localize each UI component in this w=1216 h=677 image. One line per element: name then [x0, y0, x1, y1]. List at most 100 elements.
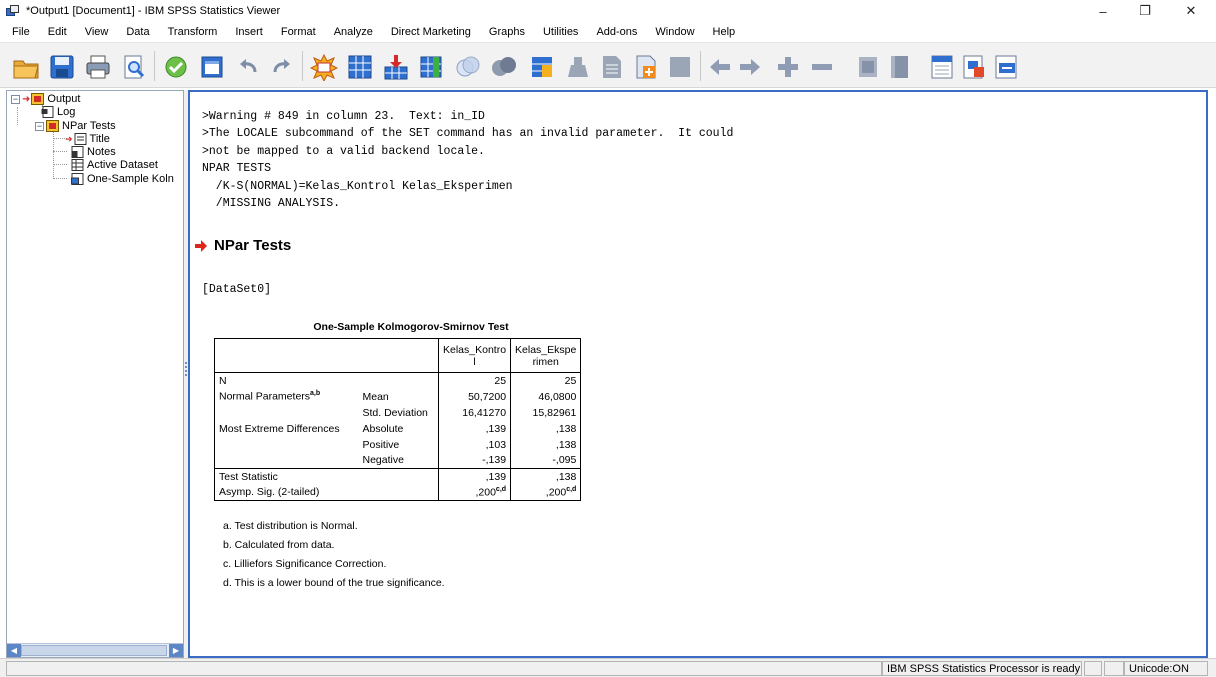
ks-test-table[interactable]: Kelas_Kontro l Kelas_Ekspe rimen N 25 25 No…	[214, 338, 582, 501]
use-sets-icon[interactable]	[664, 51, 696, 83]
table-cell: 46,0800	[510, 388, 582, 405]
outline-item-npar-tests[interactable]: − NPar Tests	[35, 119, 116, 133]
open-icon[interactable]	[10, 51, 42, 83]
menu-window[interactable]: Window	[645, 22, 702, 42]
recall-dialog-icon[interactable]	[196, 51, 228, 83]
table-cell: ,138	[510, 436, 582, 453]
close-button[interactable]: ✕	[1168, 0, 1214, 22]
outline-label-notes: Notes	[87, 146, 116, 158]
table-cell: 25	[437, 372, 512, 389]
goto-variable-icon[interactable]	[344, 51, 376, 83]
encoding-status: Unicode:ON	[1124, 661, 1208, 676]
table-row: Test Statistic ,139,138	[214, 468, 582, 485]
table-title[interactable]: One-Sample Kolmogorov-Smirnov Test	[214, 321, 608, 333]
insert-text-icon[interactable]	[990, 51, 1022, 83]
footnote-b: b. Calculated from data.	[223, 539, 335, 551]
insert-heading-icon[interactable]	[926, 51, 958, 83]
scroll-left-icon[interactable]: ◀	[7, 644, 21, 657]
menu-add-ons[interactable]: Add-ons	[586, 22, 645, 42]
redo-icon[interactable]	[266, 51, 298, 83]
insert-variable-icon[interactable]	[416, 51, 448, 83]
status-panel-small	[1084, 661, 1102, 676]
status-panel-small	[1104, 661, 1124, 676]
outline-item-notes[interactable]: Notes	[71, 145, 116, 159]
scrollbar-thumb[interactable]	[21, 645, 167, 656]
toolbar	[0, 42, 1216, 88]
circle-light-icon[interactable]	[452, 51, 484, 83]
outline-item-log[interactable]: Log	[41, 105, 75, 119]
row-sublabel: Positive	[358, 436, 439, 453]
menu-view[interactable]: View	[75, 22, 117, 42]
print-icon[interactable]	[82, 51, 114, 83]
current-item-arrow-icon: ➜	[65, 133, 73, 144]
menu-analyze[interactable]: Analyze	[324, 22, 381, 42]
print-preview-icon[interactable]	[118, 51, 150, 83]
menu-file[interactable]: File	[2, 22, 38, 42]
row-sublabel	[358, 468, 439, 485]
footnote-c: c. Lilliefors Significance Correction.	[223, 558, 387, 570]
splitter-grip-icon[interactable]	[185, 362, 187, 376]
weight-cases-icon[interactable]	[562, 51, 594, 83]
undo-icon[interactable]	[232, 51, 264, 83]
row-label: Asymp. Sig. (2-tailed)	[214, 484, 359, 501]
row-sublabel	[358, 372, 439, 389]
section-title[interactable]: NPar Tests	[214, 237, 291, 254]
insert-title-icon[interactable]	[958, 51, 990, 83]
table-cell: ,103	[437, 436, 512, 453]
outline-item-output[interactable]: − ➜ Output	[11, 92, 80, 106]
value-labels-icon[interactable]	[630, 51, 662, 83]
export-icon[interactable]	[160, 51, 192, 83]
goto-data-icon[interactable]	[308, 51, 340, 83]
table-row: N 25 25	[214, 372, 582, 389]
expand-icon[interactable]	[772, 51, 804, 83]
circle-dark-icon[interactable]	[488, 51, 520, 83]
outline-item-title[interactable]: ➜ Title	[65, 132, 110, 146]
menu-help[interactable]: Help	[703, 22, 744, 42]
column-header-kelas-kontrol: Kelas_Kontro l	[437, 338, 512, 373]
hide-icon[interactable]	[884, 51, 916, 83]
demote-icon[interactable]	[734, 51, 766, 83]
menu-graphs[interactable]: Graphs	[479, 22, 533, 42]
outline-horizontal-scrollbar[interactable]: ◀ ▶	[7, 643, 183, 657]
outline-pane: − ➜ Output Log − NPar Tests ➜ Title Note…	[6, 90, 184, 658]
insert-case-icon[interactable]	[380, 51, 412, 83]
table-cell: ,200c,d	[510, 484, 582, 501]
menu-insert[interactable]: Insert	[225, 22, 271, 42]
scroll-right-icon[interactable]: ▶	[169, 644, 183, 657]
menu-data[interactable]: Data	[116, 22, 157, 42]
processor-status: IBM SPSS Statistics Processor is ready	[882, 661, 1082, 676]
table-row: Std. Deviation 16,41270 15,82961	[214, 404, 582, 421]
select-cases-icon[interactable]	[596, 51, 628, 83]
syntax-line: NPAR TESTS	[202, 162, 272, 176]
menu-format[interactable]: Format	[271, 22, 324, 42]
split-file-icon[interactable]	[526, 51, 558, 83]
dataset-label: [DataSet0]	[202, 283, 272, 296]
collapse-toggle-icon[interactable]: −	[11, 94, 20, 104]
menu-transform[interactable]: Transform	[158, 22, 226, 42]
collapse-toggle-icon[interactable]: −	[35, 121, 44, 131]
show-icon[interactable]	[852, 51, 884, 83]
outline-label-title: Title	[89, 133, 110, 145]
dataset-icon	[71, 159, 84, 171]
table-cell: ,139	[437, 468, 512, 485]
log-icon	[41, 106, 54, 118]
title-bar: *Output1 [Document1] - IBM SPSS Statisti…	[0, 0, 1216, 22]
collapse-icon[interactable]	[806, 51, 838, 83]
footnote-a: a. Test distribution is Normal.	[223, 520, 358, 532]
outline-item-active-dataset[interactable]: Active Dataset	[71, 158, 158, 172]
status-bar: IBM SPSS Statistics Processor is ready U…	[0, 658, 1216, 677]
syntax-line: >The LOCALE subcommand of the SET comman…	[202, 127, 734, 141]
row-sublabel: Absolute	[358, 420, 439, 437]
promote-icon[interactable]	[704, 51, 736, 83]
save-icon[interactable]	[46, 51, 78, 83]
syntax-line: >not be mapped to a valid backend locale…	[202, 144, 485, 158]
outline-item-one-sample[interactable]: One-Sample Koln	[71, 172, 174, 186]
menu-utilities[interactable]: Utilities	[533, 22, 586, 42]
minimize-button[interactable]: –	[1080, 0, 1126, 22]
maximize-button[interactable]: ❐	[1122, 0, 1168, 22]
menu-direct-marketing[interactable]: Direct Marketing	[381, 22, 479, 42]
menu-edit[interactable]: Edit	[38, 22, 75, 42]
table-icon	[71, 173, 84, 185]
table-cell: ,139	[437, 420, 512, 437]
table-row: Most Extreme Differences Absolute ,139,138	[214, 420, 582, 437]
